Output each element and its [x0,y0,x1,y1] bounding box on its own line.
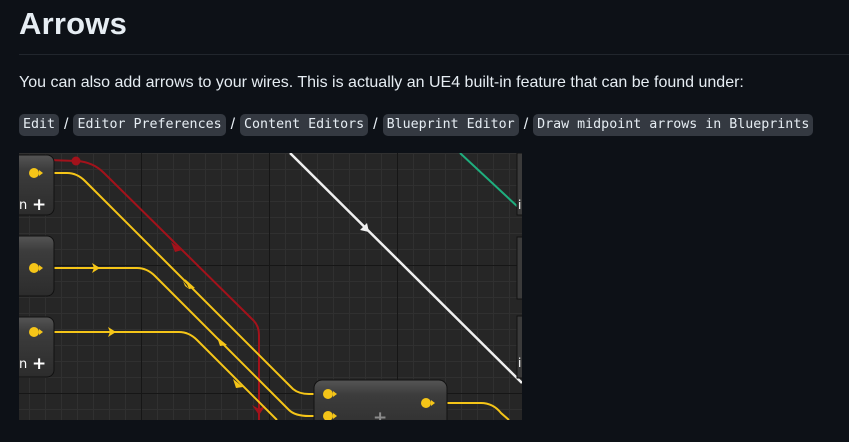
path-content-editors: Content Editors [240,114,369,136]
page-heading: Arrows [19,6,128,41]
arrow-icon [217,337,227,346]
plus-icon: + [32,354,46,374]
path-draw-midpoint-arrows: Draw midpoint arrows in Blueprints [533,114,814,136]
pin-icon [29,327,39,337]
intro-paragraph: You can also add arrows to your wires. T… [19,74,744,91]
blueprint-graph: n + n + + i i [19,153,522,420]
exec-arrows [92,263,243,388]
path-edit: Edit [19,114,60,136]
white-wire [289,153,522,384]
blueprint-node: n + [19,316,55,378]
blueprint-screenshot: n + n + + i i [19,153,522,420]
blueprint-node: n + [19,154,55,216]
path-separator: / [64,116,69,133]
blueprint-node: + [313,379,448,420]
heading-divider [19,54,849,55]
blueprint-node [19,235,55,297]
path-separator: / [230,116,236,133]
red-pin-icon [71,156,81,166]
path-separator: / [373,116,378,133]
pin-icon [421,398,431,408]
settings-path: Edit / Editor Preferences / Content Edit… [19,114,814,136]
pin-label: i [518,198,521,212]
pin-icon [29,263,39,273]
blueprint-node-partial: i [516,315,522,379]
blueprint-node-partial: i [516,153,522,216]
pin-label: n [19,357,27,372]
path-blueprint-editor: Blueprint Editor [382,114,519,136]
pin-icon [323,389,333,399]
red-wire [19,156,266,420]
green-wire [459,153,520,209]
blueprint-node-partial [516,236,522,300]
path-separator: / [523,116,529,133]
pin-label: n [19,198,27,213]
path-editor-preferences: Editor Preferences [73,114,226,136]
plus-icon: + [32,195,46,215]
plus-icon: + [373,408,387,420]
pin-icon [29,168,39,178]
pin-label: i [518,356,521,370]
